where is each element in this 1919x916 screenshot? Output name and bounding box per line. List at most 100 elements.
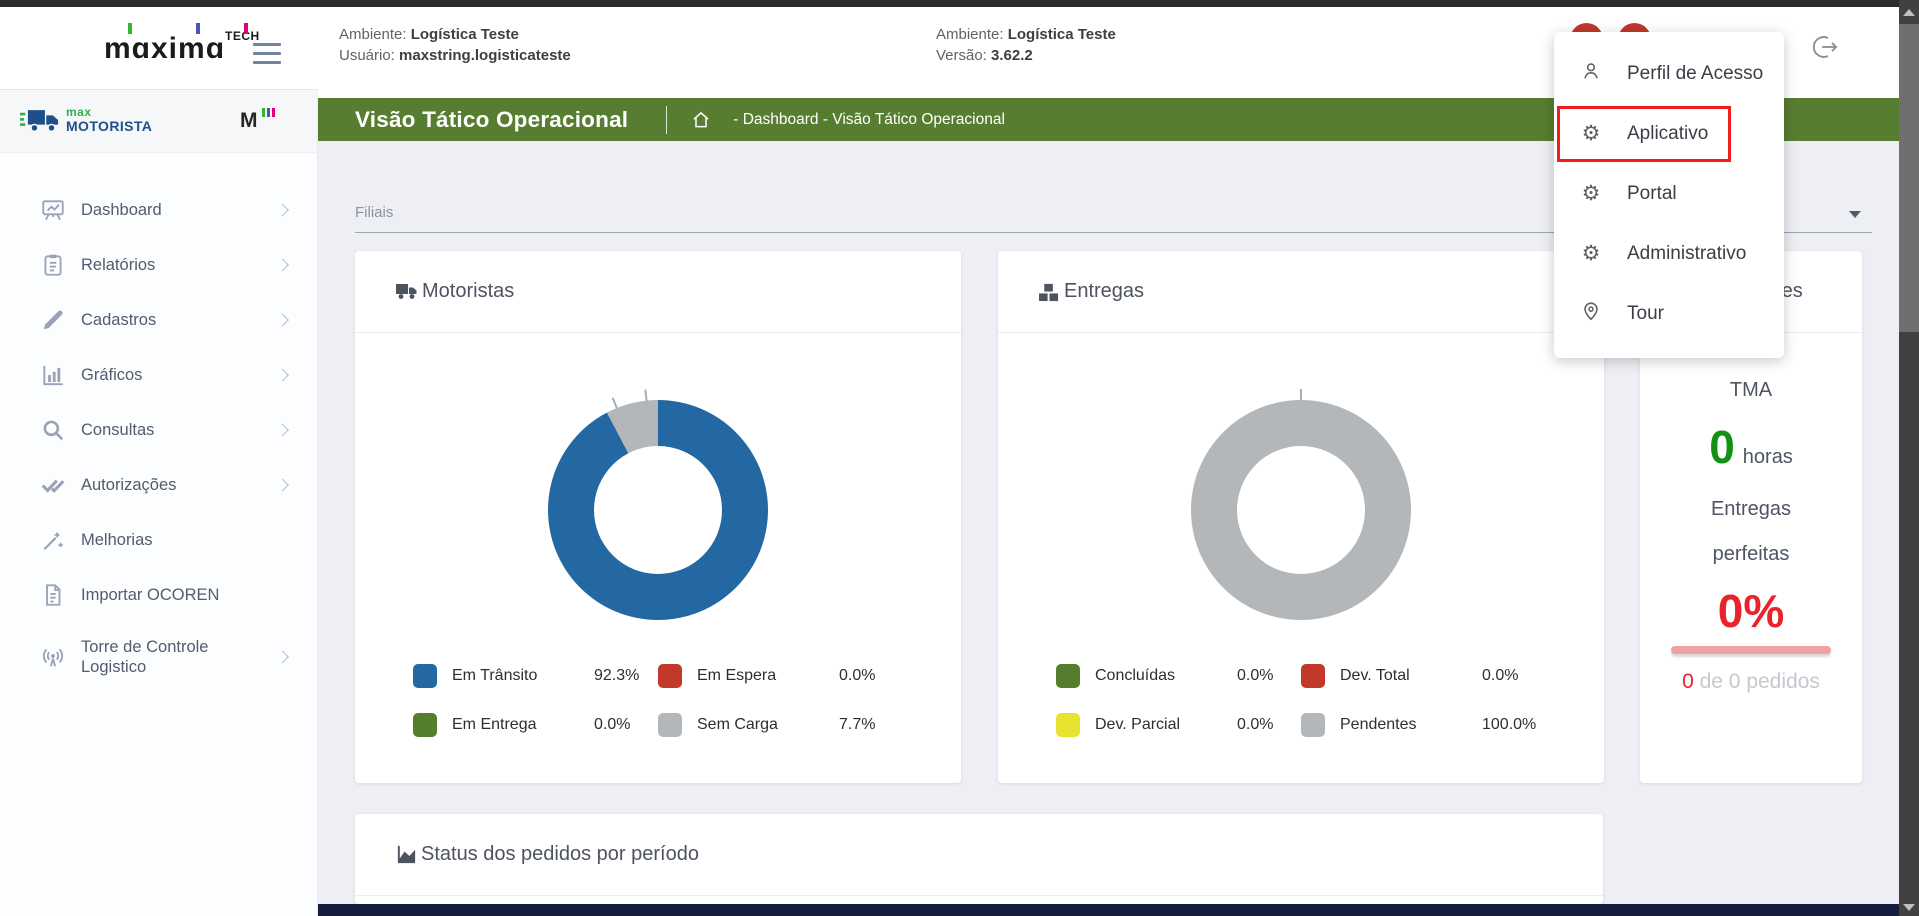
filiais-select-label[interactable]: Filiais [355,204,393,221]
sidebar-item-importar-ocoren[interactable]: Importar OCOREN [0,567,317,622]
env-label: Ambiente: [936,26,1004,43]
entregas-card-header: Entregas [998,251,1604,333]
user-value: maxstring.logisticateste [399,47,571,64]
document-icon [40,582,66,608]
brand-text: mɑximɑ [104,32,225,65]
home-icon[interactable] [691,110,711,130]
person-icon [1579,60,1603,88]
legend-swatch [413,664,437,688]
indicadores-body: TMA 0horas Entregas perfeitas 0% 0 de 0 … [1640,333,1862,694]
status-pedidos-card-header: Status dos pedidos por período [355,814,1603,896]
page-title: Visão Tático Operacional [355,107,628,133]
chevron-right-icon [276,313,289,326]
logo-motorista-text: MOTORISTA [66,119,152,133]
hamburger-menu-icon[interactable] [253,43,281,65]
sidebar: max MOTORISTA M Dashboard Relatórios [0,89,318,916]
chevron-right-icon [276,368,289,381]
packages-icon [1038,282,1061,302]
status-pedidos-card: Status dos pedidos por período [355,814,1603,904]
logo-pink-tick [244,23,248,34]
sidebar-item-consultas[interactable]: Consultas [0,402,317,457]
tma-value: 0horas [1640,420,1862,474]
menu-item-aplicativo[interactable]: ⚙ Aplicativo [1554,104,1784,164]
sidebar-item-dashboard[interactable]: Dashboard [0,182,317,237]
entregas-donut-chart[interactable] [1191,400,1411,620]
version-value: 3.62.2 [991,47,1033,64]
motoristas-legend: Em Trânsito 92.3% Em Espera 0.0% Em Entr… [355,659,961,741]
double-check-icon [40,472,66,498]
pin-icon [1579,300,1603,328]
scroll-up-arrow-icon[interactable] [1903,9,1915,16]
legend-item[interactable]: Dev. Parcial 0.0% [1056,708,1301,741]
brand-suffix: TECH [225,29,260,43]
filiais-dropdown-arrow-icon[interactable] [1849,211,1861,218]
pencil-icon [40,307,66,333]
legend-item[interactable]: Em Entrega 0.0% [413,708,658,741]
entregas-perfeitas-line1: Entregas [1640,498,1862,521]
legend-swatch [658,664,682,688]
chevron-right-icon [276,423,289,436]
entregas-card: Entregas Concluídas 0.0% Dev. Total 0.0% [998,251,1604,783]
legend-swatch [413,713,437,737]
sidebar-item-graficos[interactable]: Gráficos [0,347,317,402]
scroll-down-arrow-icon[interactable] [1903,904,1915,911]
titlebar-divider [666,106,667,134]
legend-swatch [1056,713,1080,737]
clipboard-icon [40,252,66,278]
legend-item[interactable]: Em Espera 0.0% [658,659,903,692]
gear-icon: ⚙ [1579,242,1603,266]
sidebar-item-torre-de-controle[interactable]: Torre de Controle Logistico [0,622,317,692]
tma-label: TMA [1640,379,1862,402]
legend-swatch [1301,713,1325,737]
legend-swatch [1301,664,1325,688]
area-chart-icon [395,843,418,866]
maxmotorista-logo: max MOTORISTA M [0,90,317,153]
status-pedidos-card-title: Status dos pedidos por período [395,843,699,866]
logout-icon[interactable] [1811,33,1839,61]
sidebar-item-autorizacoes[interactable]: Autorizações [0,457,317,512]
sidebar-item-melhorias[interactable]: Melhorias [0,512,317,567]
orders-count: 0 de 0 pedidos [1640,670,1862,694]
sidebar-nav: Dashboard Relatórios Cadastros [0,182,317,692]
menu-item-perfil-de-acesso[interactable]: Perfil de Acesso [1554,44,1784,104]
motoristas-donut-chart[interactable] [548,400,768,620]
sidebar-item-cadastros[interactable]: Cadastros [0,292,317,347]
maximatech-logo: mɑximɑTECH [104,29,254,75]
legend-item[interactable]: Concluídas 0.0% [1056,659,1301,692]
legend-item[interactable]: Sem Carga 7.7% [658,708,903,741]
perfect-deliveries-percent: 0% [1640,584,1862,638]
chevron-right-icon [276,203,289,216]
entregas-perfeitas-line2: perfeitas [1640,543,1862,566]
breadcrumb: - Dashboard - Visão Tático Operacional [733,111,1005,129]
chevron-right-icon [276,651,289,664]
menu-item-administrativo[interactable]: ⚙ Administrativo [1554,224,1784,284]
menu-item-tour[interactable]: Tour [1554,284,1784,344]
bottom-navy-strip [318,904,1899,916]
maxmotorista-wordmark: max MOTORISTA [66,105,152,133]
env-label: Ambiente: [339,26,407,43]
gear-icon: ⚙ [1579,182,1603,206]
env-value: Logística Teste [1008,26,1116,43]
search-icon [40,417,66,443]
environment-user-info: Ambiente: Logística Teste Usuário: maxst… [339,24,571,66]
motoristas-card-title: Motoristas [395,280,514,303]
vertical-scrollbar[interactable] [1899,0,1919,916]
version-label: Versão: [936,47,987,64]
gear-icon: ⚙ [1579,122,1603,146]
bar-chart-icon [40,362,66,388]
menu-item-portal[interactable]: ⚙ Portal [1554,164,1784,224]
legend-item[interactable]: Dev. Total 0.0% [1301,659,1546,692]
legend-item[interactable]: Em Trânsito 92.3% [413,659,658,692]
legend-swatch [1056,664,1080,688]
app-window: mɑximɑTECH Ambiente: Logística Teste Usu… [0,0,1919,916]
truck-icon [395,282,419,301]
legend-item[interactable]: Pendentes 100.0% [1301,708,1546,741]
legend-swatch [658,713,682,737]
window-top-strip [0,0,1919,7]
donut-hole [594,446,722,574]
scrollbar-thumb[interactable] [1899,24,1919,332]
chevron-right-icon [276,478,289,491]
sidebar-item-relatorios[interactable]: Relatórios [0,237,317,292]
control-tower-icon [40,644,66,670]
mini-m-logo: M [240,108,275,133]
